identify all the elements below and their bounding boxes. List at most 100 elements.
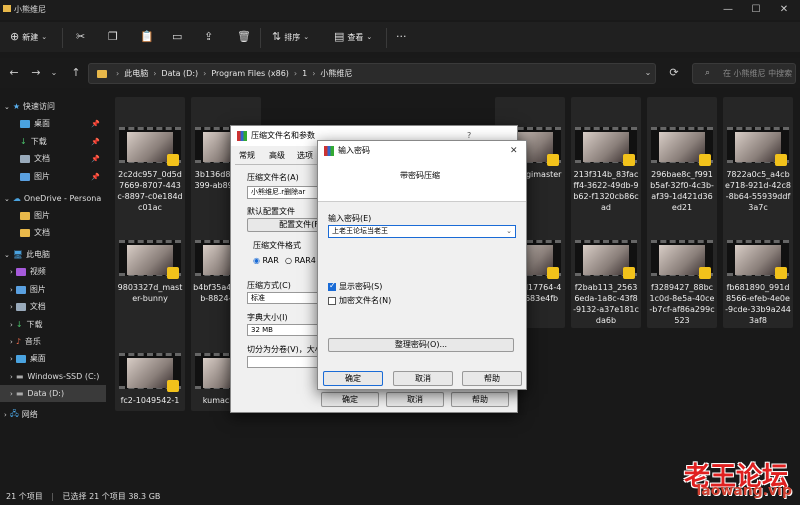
- file-name: f3289427_88bc1c0d-8e5a-40ce-b7cf-af86a29…: [649, 283, 715, 325]
- sidebar-item-label: 图片: [34, 172, 50, 181]
- archive-badge-icon: [167, 380, 179, 392]
- sidebar-item-pictures[interactable]: 图片 📌: [0, 168, 106, 185]
- sidebar-item-videos[interactable]: › 视频: [0, 263, 106, 280]
- address-dropdown-icon[interactable]: ⌄: [640, 65, 656, 81]
- view-button[interactable]: ▤ 查看 ⌄: [334, 29, 372, 45]
- up-arrow-icon[interactable]: ↑: [68, 65, 84, 81]
- sidebar-item-onedrive-documents[interactable]: 文档: [0, 224, 106, 241]
- tab-options[interactable]: 选项: [297, 150, 313, 161]
- file-item[interactable]: 296bae8c_f991b5af-32f0-4c3b-af39-1d421d3…: [647, 97, 717, 215]
- breadcrumb-item[interactable]: 1: [302, 69, 307, 78]
- window-title: 小熊维尼: [14, 5, 46, 14]
- sidebar-item-pc-desktop[interactable]: › 桌面: [0, 350, 106, 367]
- breadcrumb-item[interactable]: Data (D:): [161, 69, 198, 78]
- tab-general[interactable]: 常规: [239, 150, 255, 161]
- search-input[interactable]: ⌕ 在 小熊维尼 中搜索: [692, 63, 796, 84]
- help-button[interactable]: 帮助: [451, 392, 509, 407]
- help-button[interactable]: 帮助: [462, 371, 522, 386]
- ok-button[interactable]: 确定: [323, 371, 383, 386]
- close-icon[interactable]: ✕: [510, 141, 518, 161]
- breadcrumb-item[interactable]: 此电脑: [124, 68, 148, 79]
- show-password-checkbox[interactable]: 显示密码(S): [328, 281, 382, 292]
- sidebar-item-label: 图片: [34, 211, 50, 220]
- rename-icon[interactable]: ▭: [172, 29, 182, 45]
- chevron-down-icon[interactable]: ⌄: [506, 226, 512, 237]
- video-thumbnail: [727, 127, 789, 166]
- cut-icon[interactable]: ✂: [76, 29, 85, 45]
- new-button[interactable]: ⊕ 新建 ⌄: [10, 29, 47, 45]
- archive-badge-icon: [167, 154, 179, 166]
- password-input[interactable]: 上老王论坛当老王 ⌄: [328, 225, 516, 238]
- file-item[interactable]: 9803327d_master-bunny: [115, 210, 185, 328]
- compression-method-select[interactable]: 标准: [247, 292, 327, 304]
- sidebar-item-this-pc[interactable]: ⌄ 🖥 此电脑: [0, 246, 106, 263]
- paste-icon[interactable]: 📋: [140, 29, 154, 45]
- sidebar-item-network[interactable]: › 🖧 网络: [0, 406, 106, 423]
- format-rar-label: RAR: [262, 256, 279, 265]
- file-item[interactable]: fb681890_991d8566-efeb-4e0e-9cde-33b9a24…: [723, 210, 793, 328]
- format-rar4-radio[interactable]: ○ RAR4: [285, 256, 316, 265]
- breadcrumb-item[interactable]: 小熊维尼: [320, 68, 352, 79]
- pin-icon: 📌: [91, 154, 100, 163]
- sidebar-item-downloads[interactable]: ↓ 下载 📌: [0, 133, 106, 150]
- history-dropdown-icon[interactable]: ⌄: [46, 65, 62, 81]
- file-item[interactable]: f2bab113_25636eda-1a8c-43f8-9132-a37e181…: [571, 210, 641, 328]
- encrypt-filenames-checkbox[interactable]: 加密文件名(N): [328, 295, 391, 306]
- file-item[interactable]: 2c2dc957_0d5d7669-8707-443c-8897-c0e184d…: [115, 97, 185, 215]
- sidebar-item-onedrive-pictures[interactable]: 图片: [0, 207, 106, 224]
- address-bar[interactable]: › 此电脑 › Data (D:) › Program Files (x86) …: [88, 63, 656, 84]
- delete-icon[interactable]: 🗑: [237, 29, 251, 45]
- split-volume-input[interactable]: [247, 356, 327, 368]
- view-icon: ▤: [334, 30, 345, 43]
- sidebar-item-documents[interactable]: 文档 📌: [0, 150, 106, 167]
- breadcrumb-item[interactable]: Program Files (x86): [211, 69, 289, 78]
- minimize-button[interactable]: —: [718, 2, 738, 18]
- share-icon[interactable]: ⇪: [204, 29, 213, 45]
- sidebar-item-drive-d[interactable]: › ▬ Data (D:): [0, 385, 106, 402]
- more-options-icon[interactable]: ···: [396, 29, 407, 45]
- plus-icon: ⊕: [10, 30, 20, 43]
- organize-passwords-button[interactable]: 整理密码(O)...: [328, 338, 514, 352]
- breadcrumb-separator: ›: [116, 69, 120, 78]
- ok-button[interactable]: 确定: [321, 392, 379, 407]
- video-thumbnail: [119, 127, 181, 166]
- sidebar-item-music[interactable]: › ♪ 音乐: [0, 333, 106, 350]
- dictionary-size-select[interactable]: 32 MB: [247, 324, 327, 336]
- dialog-subtitle: 带密码压缩: [400, 171, 440, 180]
- maximize-button[interactable]: ☐: [746, 2, 766, 18]
- file-name: 296bae8c_f991b5af-32f0-4c3b-af39-1d421d3…: [650, 170, 714, 212]
- chevron-right-icon: ›: [4, 410, 7, 419]
- copy-icon[interactable]: ❐: [108, 29, 118, 45]
- file-item[interactable]: f3289427_88bc1c0d-8e5a-40ce-b7cf-af86a29…: [647, 210, 717, 328]
- tab-advanced[interactable]: 高级: [269, 150, 285, 161]
- pin-icon: 📌: [91, 119, 100, 128]
- close-button[interactable]: ✕: [774, 2, 794, 18]
- file-item[interactable]: 7822a0c5_a4cbe718-921d-42c8-8b64-55939dd…: [723, 97, 793, 215]
- sidebar-item-drive-c[interactable]: › ▬ Windows-SSD (C:): [0, 368, 106, 385]
- winrar-icon: [324, 146, 334, 156]
- sidebar-item-pc-documents[interactable]: › 文档: [0, 298, 106, 315]
- format-rar-radio[interactable]: ◉ RAR: [253, 256, 279, 265]
- sidebar-item-pc-pictures[interactable]: › 图片: [0, 281, 106, 298]
- folder-icon: [97, 69, 107, 78]
- sidebar-item-desktop[interactable]: 桌面 📌: [0, 115, 106, 132]
- refresh-icon[interactable]: ⟳: [666, 65, 682, 81]
- cancel-button[interactable]: 取消: [393, 371, 453, 386]
- encrypt-filenames-label: 加密文件名(N): [339, 296, 392, 305]
- cancel-button[interactable]: 取消: [386, 392, 444, 407]
- back-arrow-icon[interactable]: ←: [6, 65, 22, 81]
- file-name: fb681890_991d8566-efeb-4e0e-9cde-33b9a24…: [725, 283, 791, 325]
- breadcrumb-separator: ›: [153, 69, 157, 78]
- file-item[interactable]: fc2-1049542-1: [115, 323, 185, 411]
- profile-button[interactable]: 配置文件(F): [247, 218, 327, 232]
- sort-button[interactable]: ⇅ 排序 ⌄: [272, 29, 309, 45]
- sidebar-item-pc-downloads[interactable]: › ↓ 下载: [0, 316, 106, 333]
- video-thumbnail: [727, 240, 789, 279]
- star-icon: ★: [12, 102, 21, 111]
- forward-arrow-icon[interactable]: →: [28, 65, 44, 81]
- sidebar-item-quick-access[interactable]: ⌄ ★ 快速访问: [0, 98, 106, 115]
- archive-filename-input[interactable]: 小熊维尼.r删除ar: [247, 186, 327, 199]
- file-item[interactable]: 213f314b_83facff4-3622-49db-9b62-f1320cb…: [571, 97, 641, 215]
- status-bar: 21 个项目 | 已选择 21 个项目 38.3 GB: [0, 490, 560, 504]
- sidebar-item-onedrive[interactable]: ⌄ ☁ OneDrive - Persona: [0, 190, 106, 207]
